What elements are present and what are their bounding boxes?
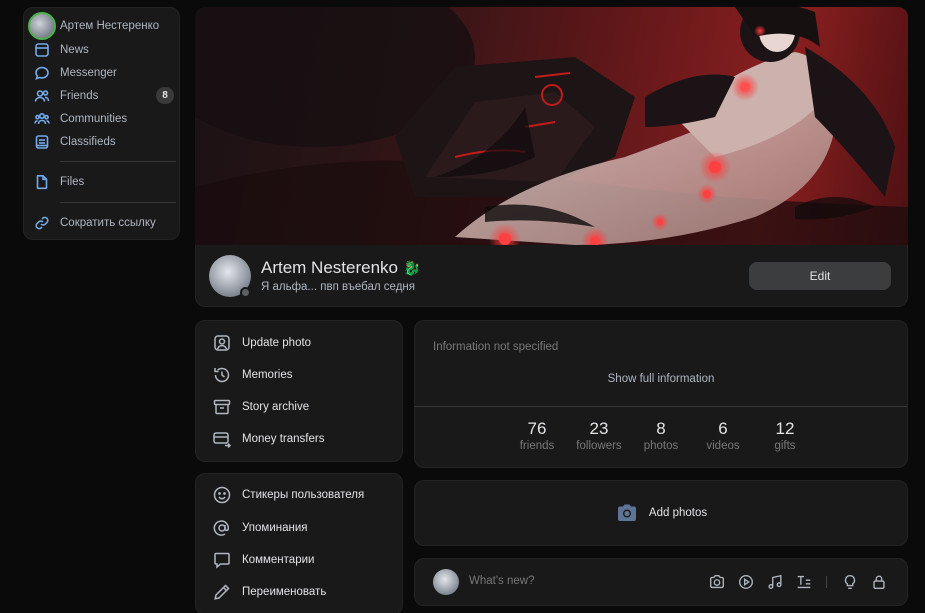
dragon-emoji-icon: 🐉 bbox=[403, 259, 421, 276]
link-icon bbox=[34, 215, 50, 231]
whats-new-input[interactable]: What's new? bbox=[469, 575, 534, 587]
money-transfer-icon bbox=[212, 429, 232, 449]
update-photo-icon bbox=[212, 333, 232, 353]
archive-icon bbox=[212, 397, 232, 417]
music-icon[interactable] bbox=[765, 572, 785, 592]
sidebar-item-classifieds[interactable]: Classifieds bbox=[34, 132, 176, 152]
composer-toolbar bbox=[698, 572, 889, 592]
video-icon[interactable] bbox=[736, 572, 756, 592]
pencil-icon bbox=[212, 582, 232, 602]
classifieds-icon bbox=[34, 134, 50, 150]
profile-info-panel: Information not specified Show full info… bbox=[414, 320, 908, 468]
counter-followers[interactable]: 23 followers bbox=[568, 419, 630, 452]
sidebar-item-label: Files bbox=[60, 176, 85, 188]
sidebar-item-label: Communities bbox=[60, 113, 128, 125]
camera-icon[interactable] bbox=[707, 572, 727, 592]
sidebar-item-label: News bbox=[60, 44, 89, 56]
show-full-info-link[interactable]: Show full information bbox=[415, 373, 907, 385]
rename-action[interactable]: Переименовать bbox=[212, 582, 326, 602]
sidebar-item-shorten-link[interactable]: Сократить ссылку bbox=[34, 213, 176, 233]
profile-actions-panel: Update photo Memories Story archive Mone… bbox=[195, 320, 403, 462]
sidebar-item-news[interactable]: News bbox=[34, 40, 176, 60]
profile-counters: 76 friends 23 followers 8 photos 6 video… bbox=[415, 419, 907, 452]
action-label: Упоминания bbox=[242, 522, 308, 534]
mentions-action[interactable]: Упоминания bbox=[212, 518, 308, 538]
sidebar-user[interactable]: Артем Нестеренко bbox=[28, 12, 159, 40]
avatar bbox=[433, 569, 459, 595]
counter-label: videos bbox=[706, 440, 740, 452]
post-composer: What's new? bbox=[414, 558, 908, 606]
smile-icon bbox=[212, 485, 232, 505]
counter-value: 12 bbox=[775, 419, 795, 438]
counter-label: friends bbox=[519, 440, 555, 452]
counter-value: 8 bbox=[656, 419, 666, 438]
divider bbox=[60, 161, 176, 162]
counter-value: 76 bbox=[527, 419, 547, 438]
files-icon bbox=[34, 174, 50, 190]
action-label: Memories bbox=[242, 369, 293, 381]
friends-icon bbox=[34, 88, 50, 104]
counter-friends[interactable]: 76 friends bbox=[506, 419, 568, 452]
info-not-specified: Information not specified bbox=[433, 341, 559, 353]
online-status-indicator bbox=[240, 287, 251, 298]
counter-label: followers bbox=[576, 440, 622, 452]
lock-icon[interactable] bbox=[869, 572, 889, 592]
bulb-icon[interactable] bbox=[840, 572, 860, 592]
sidebar-item-label: Friends bbox=[60, 90, 99, 102]
add-photos-button[interactable]: Add photos bbox=[415, 481, 907, 545]
extra-actions-panel: Стикеры пользователя Упоминания Коммента… bbox=[195, 473, 403, 613]
edit-profile-button[interactable]: Edit bbox=[749, 262, 891, 290]
action-label: Стикеры пользователя bbox=[242, 489, 365, 501]
sidebar-user-name[interactable]: Артем Нестеренко bbox=[60, 20, 159, 32]
update-photo-action[interactable]: Update photo bbox=[212, 333, 311, 353]
money-transfers-action[interactable]: Money transfers bbox=[212, 429, 324, 449]
friends-count-badge: 8 bbox=[156, 87, 174, 104]
sidebar-item-label: Сократить ссылку bbox=[60, 217, 156, 229]
memories-icon bbox=[212, 365, 232, 385]
text-format-icon[interactable] bbox=[794, 572, 814, 592]
counter-label: gifts bbox=[774, 440, 796, 452]
sidebar-item-label: Classifieds bbox=[60, 136, 116, 148]
counter-photos[interactable]: 8 photos bbox=[630, 419, 692, 452]
profile-status[interactable]: Я альфа... пвп въебал седня bbox=[261, 281, 415, 293]
comment-icon bbox=[212, 550, 232, 570]
action-label: Story archive bbox=[242, 401, 310, 413]
camera-icon bbox=[617, 504, 636, 521]
user-stickers-action[interactable]: Стикеры пользователя bbox=[212, 485, 364, 505]
communities-icon bbox=[34, 111, 50, 127]
comments-action[interactable]: Комментарии bbox=[212, 550, 314, 570]
news-icon bbox=[34, 42, 50, 58]
profile-name-text: Artem Nesterenko bbox=[261, 258, 398, 277]
action-label: Переименовать bbox=[242, 586, 327, 598]
messenger-icon bbox=[34, 65, 50, 81]
sidebar-item-friends[interactable]: Friends 8 bbox=[34, 86, 176, 106]
story-archive-action[interactable]: Story archive bbox=[212, 397, 309, 417]
action-label: Update photo bbox=[242, 337, 312, 349]
divider bbox=[826, 576, 827, 588]
counter-videos[interactable]: 6 videos bbox=[692, 419, 754, 452]
left-sidebar: Артем Нестеренко News Messenger Friends … bbox=[23, 7, 180, 240]
divider bbox=[415, 406, 907, 407]
divider bbox=[60, 202, 176, 203]
memories-action[interactable]: Memories bbox=[212, 365, 292, 385]
mention-icon bbox=[212, 518, 232, 538]
profile-name: Artem Nesterenko 🐉 bbox=[261, 258, 420, 278]
counter-gifts[interactable]: 12 gifts bbox=[754, 419, 816, 452]
action-label: Комментарии bbox=[242, 554, 315, 566]
sidebar-item-files[interactable]: Files bbox=[34, 172, 176, 192]
counter-value: 6 bbox=[718, 419, 728, 438]
avatar[interactable] bbox=[28, 12, 56, 40]
sidebar-item-messenger[interactable]: Messenger bbox=[34, 63, 176, 83]
profile-page: Артем Нестеренко News Messenger Friends … bbox=[0, 0, 925, 613]
profile-header: Artem Nesterenko 🐉 Я альфа... пвп въебал… bbox=[195, 245, 908, 307]
action-label: Money transfers bbox=[242, 433, 325, 445]
cover-artwork bbox=[195, 7, 908, 245]
counter-value: 23 bbox=[589, 419, 609, 438]
counter-label: photos bbox=[643, 440, 679, 452]
profile-cover-image[interactable] bbox=[195, 7, 908, 245]
sidebar-item-label: Messenger bbox=[60, 67, 117, 79]
sidebar-item-communities[interactable]: Communities bbox=[34, 109, 176, 129]
photos-panel: Add photos bbox=[414, 480, 908, 546]
add-photos-label: Add photos bbox=[648, 507, 708, 519]
